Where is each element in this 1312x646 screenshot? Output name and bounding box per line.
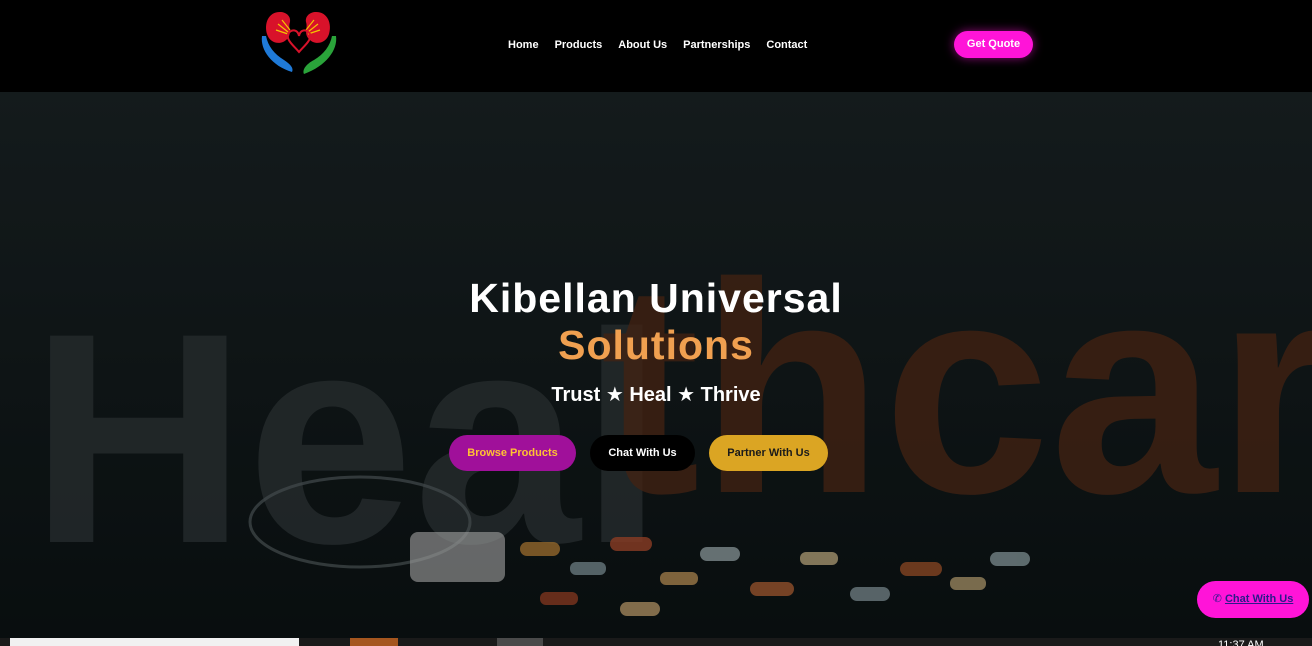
taskbar-item[interactable]	[350, 638, 398, 646]
hero-subtitle: Solutions	[0, 322, 1312, 368]
hero-subtitle-text: Solutions	[558, 322, 754, 368]
get-quote-button[interactable]: Get Quote	[954, 31, 1033, 58]
nav-partnerships[interactable]: Partnerships	[675, 37, 758, 53]
partner-with-us-button[interactable]: Partner With Us	[709, 435, 828, 471]
floating-chat-button[interactable]: ✆ Chat With Us	[1197, 581, 1309, 618]
browse-products-button[interactable]: Browse Products	[449, 435, 576, 471]
main-nav: Home Products About Us Partnerships Cont…	[500, 37, 815, 53]
hero-title: Kibellan Universal	[469, 275, 843, 321]
taskbar-item[interactable]	[497, 638, 543, 646]
floating-chat-label: Chat With Us	[1224, 593, 1294, 605]
nav-contact[interactable]: Contact	[758, 37, 815, 53]
nav-products[interactable]: Products	[547, 37, 611, 53]
hero-section: Heal thcare Kibellan Universal Solutions…	[0, 92, 1312, 638]
whatsapp-icon: ✆	[1212, 593, 1222, 605]
taskbar-item[interactable]	[10, 638, 299, 646]
nav-about-us[interactable]: About Us	[610, 37, 675, 53]
kidney-heart-hands-logo[interactable]	[258, 6, 340, 78]
hero-tagline: Trust ★ Heal ★ Thrive	[551, 384, 761, 406]
top-navbar: Home Products About Us Partnerships Cont…	[0, 0, 1312, 92]
nav-home[interactable]: Home	[500, 37, 547, 53]
chat-with-us-button[interactable]: Chat With Us	[590, 435, 695, 471]
taskbar-clock: 11:37 AM	[1218, 639, 1264, 646]
